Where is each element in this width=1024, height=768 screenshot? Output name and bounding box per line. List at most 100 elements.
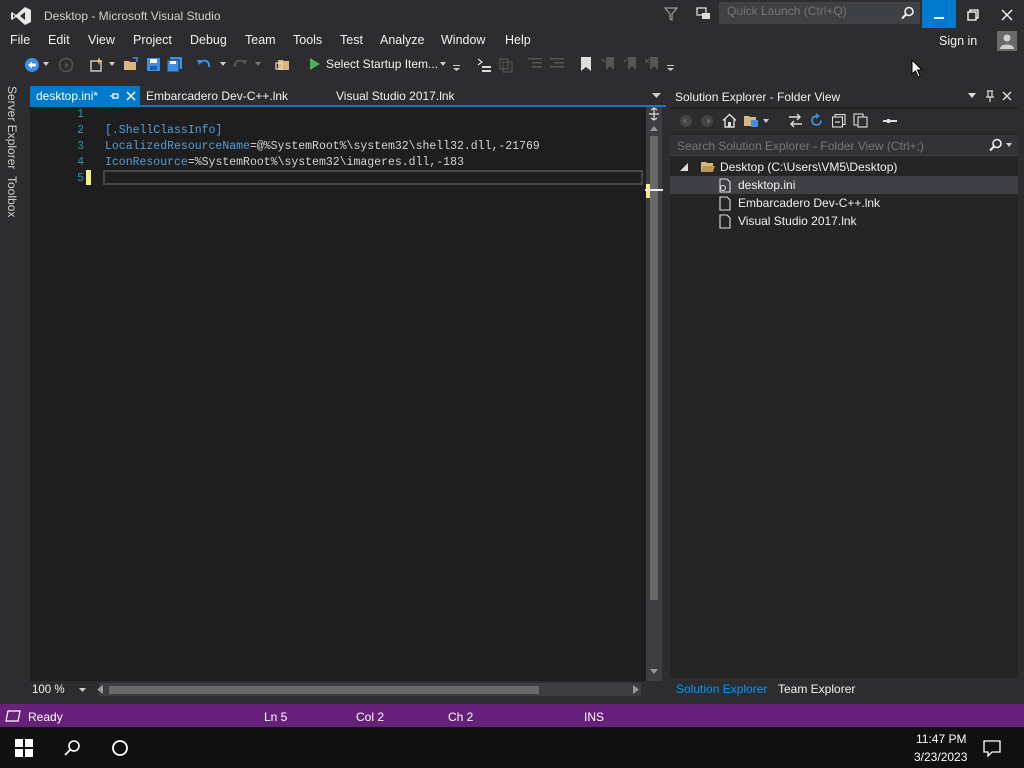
switch-views-icon[interactable] bbox=[743, 113, 759, 128]
tree-file-visual-studio-2017[interactable]: Visual Studio 2017.lnk bbox=[670, 212, 1018, 230]
vertical-scroll-thumb[interactable] bbox=[650, 136, 658, 600]
task-view-icon[interactable] bbox=[111, 739, 129, 757]
open-folder-icon[interactable] bbox=[123, 57, 139, 73]
toolbox-tab[interactable]: Toolbox bbox=[5, 176, 19, 217]
output-window-icon[interactable] bbox=[5, 710, 21, 722]
status-insert-mode: INS bbox=[584, 710, 605, 724]
show-all-files-icon[interactable] bbox=[853, 113, 868, 128]
start-debugging-icon[interactable] bbox=[309, 57, 321, 71]
startup-dropdown-icon[interactable] bbox=[440, 62, 446, 66]
redo-dropdown-icon[interactable] bbox=[255, 62, 261, 66]
notifications-icon[interactable] bbox=[983, 739, 1001, 757]
menu-help[interactable]: Help bbox=[505, 33, 531, 47]
navigate-back-icon[interactable] bbox=[24, 57, 40, 73]
menu-team[interactable]: Team bbox=[245, 33, 276, 47]
search-icon[interactable] bbox=[989, 138, 1003, 152]
scroll-down-icon[interactable] bbox=[646, 666, 662, 678]
back-dropdown-icon[interactable] bbox=[43, 62, 49, 66]
save-icon[interactable] bbox=[146, 57, 161, 72]
tab-team-explorer[interactable]: Team Explorer bbox=[778, 682, 855, 696]
server-explorer-tab[interactable]: Server Explorer bbox=[5, 86, 19, 169]
expanded-arrow-icon[interactable] bbox=[680, 163, 688, 171]
minimize-button[interactable] bbox=[922, 0, 956, 28]
comment-out-icon[interactable] bbox=[528, 57, 542, 71]
bookmark-icon[interactable] bbox=[580, 57, 592, 71]
tree-file-desktop-ini[interactable]: desktop.ini bbox=[670, 176, 1018, 194]
menu-analyze[interactable]: Analyze bbox=[380, 33, 424, 47]
split-window-icon[interactable] bbox=[646, 107, 662, 121]
code-line-3: LocalizedResourceName=@%SystemRoot%\syst… bbox=[105, 140, 540, 153]
tab-list-dropdown-icon[interactable] bbox=[652, 93, 661, 98]
uncomment-lines-icon[interactable] bbox=[550, 57, 564, 71]
save-all-icon[interactable] bbox=[166, 57, 183, 73]
se-back-icon[interactable] bbox=[679, 114, 693, 128]
taskbar-date[interactable]: 3/23/2023 bbox=[914, 750, 967, 764]
switch-views-dropdown-icon[interactable] bbox=[763, 119, 769, 123]
tab-embarcadero[interactable]: Embarcadero Dev-C++.lnk bbox=[146, 89, 288, 103]
refresh-icon[interactable] bbox=[809, 113, 824, 128]
next-bookmark-icon[interactable] bbox=[623, 57, 637, 71]
search-icon[interactable] bbox=[901, 6, 915, 20]
windows-start-icon[interactable] bbox=[15, 739, 33, 757]
close-window-button[interactable] bbox=[990, 0, 1024, 28]
menu-project[interactable]: Project bbox=[133, 33, 172, 47]
scroll-right-icon[interactable] bbox=[633, 685, 639, 694]
quick-launch-input[interactable] bbox=[725, 3, 899, 19]
uncomment-icon[interactable] bbox=[498, 57, 514, 73]
tab-desktop-ini[interactable]: desktop.ini* bbox=[30, 86, 140, 106]
sync-with-active-document-icon[interactable] bbox=[788, 113, 803, 128]
tab-solution-explorer[interactable]: Solution Explorer bbox=[676, 682, 767, 696]
menu-file[interactable]: File bbox=[10, 33, 30, 47]
home-icon[interactable] bbox=[722, 113, 737, 128]
navigate-forward-icon[interactable] bbox=[58, 57, 74, 73]
auto-hide-pin-icon[interactable] bbox=[985, 90, 995, 102]
line-number: 2 bbox=[77, 124, 84, 137]
line-number: 4 bbox=[77, 156, 84, 169]
clear-bookmarks-icon[interactable] bbox=[645, 57, 659, 71]
search-options-icon[interactable] bbox=[1006, 143, 1012, 147]
menu-test[interactable]: Test bbox=[340, 33, 363, 47]
close-tab-icon[interactable] bbox=[126, 91, 136, 101]
se-search-input[interactable] bbox=[675, 138, 979, 154]
panel-options-icon[interactable] bbox=[968, 93, 976, 98]
menu-view[interactable]: View bbox=[88, 33, 115, 47]
close-panel-icon[interactable] bbox=[1002, 91, 1012, 101]
tree-file-embarcadero[interactable]: Embarcadero Dev-C++.lnk bbox=[670, 194, 1018, 212]
toggle-comment-icon[interactable] bbox=[476, 57, 492, 73]
notification-filter-icon[interactable] bbox=[664, 6, 678, 22]
tab-visual-studio-2017[interactable]: Visual Studio 2017.lnk bbox=[336, 89, 455, 103]
solution-explorer-title: Solution Explorer - Folder View bbox=[675, 90, 841, 104]
sign-in-link[interactable]: Sign in bbox=[939, 34, 977, 48]
tree-root-folder[interactable]: Desktop (C:\Users\VM5\Desktop) bbox=[670, 158, 1018, 176]
undo-dropdown-icon[interactable] bbox=[220, 62, 226, 66]
menu-debug[interactable]: Debug bbox=[190, 33, 227, 47]
toolbar2-overflow-icon[interactable] bbox=[667, 65, 674, 71]
properties-icon[interactable] bbox=[883, 119, 897, 123]
menu-tools[interactable]: Tools bbox=[293, 33, 322, 47]
account-icon[interactable] bbox=[997, 31, 1017, 51]
quick-launch-box[interactable] bbox=[719, 2, 920, 24]
new-dropdown-icon[interactable] bbox=[109, 62, 115, 66]
scroll-left-icon[interactable] bbox=[97, 685, 103, 694]
toolbar-overflow-icon[interactable] bbox=[453, 65, 460, 71]
previous-bookmark-icon[interactable] bbox=[601, 57, 615, 71]
zoom-level-select[interactable]: 100 % bbox=[32, 683, 92, 697]
se-forward-icon[interactable] bbox=[700, 114, 714, 128]
feedback-icon[interactable] bbox=[696, 6, 712, 22]
undo-icon[interactable] bbox=[196, 57, 212, 73]
code-editor[interactable]: 1 2 3 4 5 [.ShellClassInfo] LocalizedRes… bbox=[30, 107, 646, 681]
search-icon[interactable] bbox=[63, 739, 81, 757]
find-in-files-icon[interactable] bbox=[275, 57, 291, 73]
horizontal-scroll-thumb[interactable] bbox=[109, 686, 539, 694]
restore-button[interactable] bbox=[956, 0, 990, 28]
startup-item-select[interactable]: Select Startup Item... bbox=[326, 57, 438, 71]
menu-edit[interactable]: Edit bbox=[48, 33, 70, 47]
taskbar-time[interactable]: 11:47 PM bbox=[916, 732, 966, 746]
solution-explorer-search[interactable] bbox=[670, 135, 1018, 156]
collapse-all-icon[interactable] bbox=[832, 114, 846, 128]
scroll-up-icon[interactable] bbox=[646, 122, 662, 134]
redo-icon[interactable] bbox=[232, 57, 248, 73]
pin-tab-icon[interactable] bbox=[110, 91, 120, 101]
menu-window[interactable]: Window bbox=[441, 33, 485, 47]
new-project-icon[interactable] bbox=[89, 57, 105, 73]
